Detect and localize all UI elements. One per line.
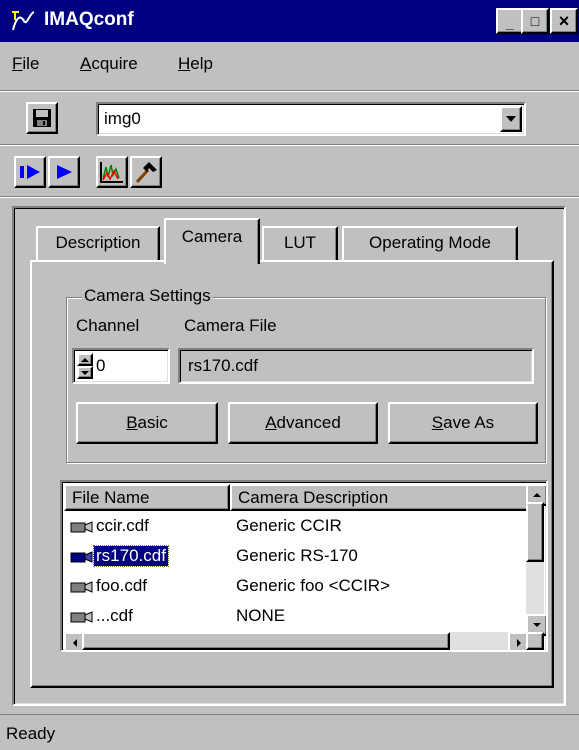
column-header-camera-description[interactable]: Camera Description — [230, 484, 526, 511]
row-file-name: ...cdf — [96, 606, 133, 625]
camera-file-icon — [70, 611, 93, 623]
menu-bar: File Acquire Help — [0, 42, 579, 90]
row-camera-description: Generic RS-170 — [236, 546, 358, 565]
window-title: IMAQconf — [44, 9, 134, 30]
camera-file-label: Camera File — [184, 316, 277, 335]
save-button[interactable] — [26, 102, 58, 134]
menu-file[interactable]: File — [12, 54, 39, 74]
menu-acquire[interactable]: Acquire — [80, 54, 138, 74]
hammer-icon — [135, 162, 157, 183]
imaq-app-icon — [12, 11, 35, 31]
horizontal-scrollbar[interactable] — [64, 632, 530, 650]
channel-spin-buttons[interactable] — [77, 353, 93, 379]
tab-operating-mode[interactable]: Operating Mode — [342, 226, 518, 260]
save-icon — [33, 109, 51, 127]
histogram-icon — [100, 162, 123, 183]
snap-icon — [20, 165, 40, 179]
hammer-button[interactable] — [130, 156, 162, 188]
camera-settings-title: Camera Settings — [82, 286, 213, 306]
status-text: Ready — [6, 724, 56, 743]
table-row[interactable]: foo.cdf Generic foo <CCIR> — [64, 572, 526, 602]
camera-file-icon — [70, 581, 93, 593]
scroll-thumb[interactable] — [526, 502, 544, 562]
row-camera-description: Generic foo <CCIR> — [236, 576, 391, 595]
camera-file-icon — [70, 551, 93, 563]
histogram-button[interactable] — [96, 156, 128, 188]
close-button[interactable]: × — [550, 8, 578, 34]
table-row-selected[interactable]: rs170.cdf Generic RS-170 — [64, 542, 526, 572]
camera-file-field: rs170.cdf — [178, 348, 534, 384]
maximize-button[interactable]: □ — [521, 8, 549, 34]
divider — [0, 144, 579, 146]
channel-label: Channel — [76, 316, 140, 335]
row-file-name: foo.cdf — [96, 576, 148, 595]
basic-button[interactable]: Basic — [76, 402, 218, 444]
column-header-file-name[interactable]: File Name — [64, 484, 230, 511]
close-icon: × — [558, 11, 570, 31]
divider — [0, 196, 579, 198]
tab-description[interactable]: Description — [36, 226, 160, 260]
scroll-thumb[interactable] — [82, 632, 450, 650]
device-dropdown-button[interactable] — [500, 106, 522, 132]
menu-help[interactable]: Help — [178, 54, 213, 74]
channel-stepper[interactable]: 0 — [72, 348, 170, 384]
table-row[interactable]: ...cdf NONE — [64, 602, 526, 632]
device-select[interactable]: img0 — [96, 102, 526, 136]
arrow-right-icon — [517, 639, 521, 647]
divider — [0, 90, 579, 92]
tab-panel-camera: Camera Settings Channel Camera File 0 rs… — [30, 260, 554, 688]
maximize-icon: □ — [530, 13, 540, 29]
device-select-value: img0 — [104, 109, 141, 128]
arrow-up-icon — [533, 493, 541, 497]
advanced-button[interactable]: Advanced — [228, 402, 378, 444]
title-bar[interactable]: IMAQconf _ □ × — [0, 0, 579, 42]
channel-spin-down[interactable] — [77, 366, 93, 379]
row-camera-description: NONE — [236, 606, 286, 625]
row-file-name: rs170.cdf — [93, 545, 169, 567]
arrow-left-icon — [73, 639, 77, 647]
status-bar: Ready — [0, 714, 579, 750]
camera-file-icon — [70, 521, 93, 533]
channel-value: 0 — [96, 356, 106, 375]
tab-camera[interactable]: Camera — [164, 218, 260, 264]
snap-button[interactable] — [14, 156, 46, 188]
grab-icon — [57, 165, 72, 179]
grab-button[interactable] — [48, 156, 80, 188]
arrow-down-icon — [533, 623, 541, 627]
arrow-up-icon — [81, 357, 89, 362]
camera-file-value: rs170.cdf — [188, 356, 258, 375]
list-viewport: File Name Camera Description ccir.cdf Ge… — [64, 484, 526, 632]
vertical-scrollbar[interactable] — [526, 484, 546, 636]
tab-lut[interactable]: LUT — [262, 226, 338, 260]
minimize-icon: _ — [506, 15, 514, 31]
minimize-button[interactable]: _ — [496, 8, 524, 34]
channel-spin-up[interactable] — [77, 353, 93, 366]
chevron-down-icon — [506, 116, 516, 122]
scrollbar-corner — [526, 632, 544, 650]
save-as-button[interactable]: Save As — [388, 402, 538, 444]
row-camera-description: Generic CCIR — [236, 516, 342, 535]
arrow-down-icon — [81, 370, 89, 375]
table-row[interactable]: ccir.cdf Generic CCIR — [64, 512, 526, 542]
camera-file-list[interactable]: File Name Camera Description ccir.cdf Ge… — [60, 480, 548, 652]
row-file-name: ccir.cdf — [96, 516, 149, 535]
